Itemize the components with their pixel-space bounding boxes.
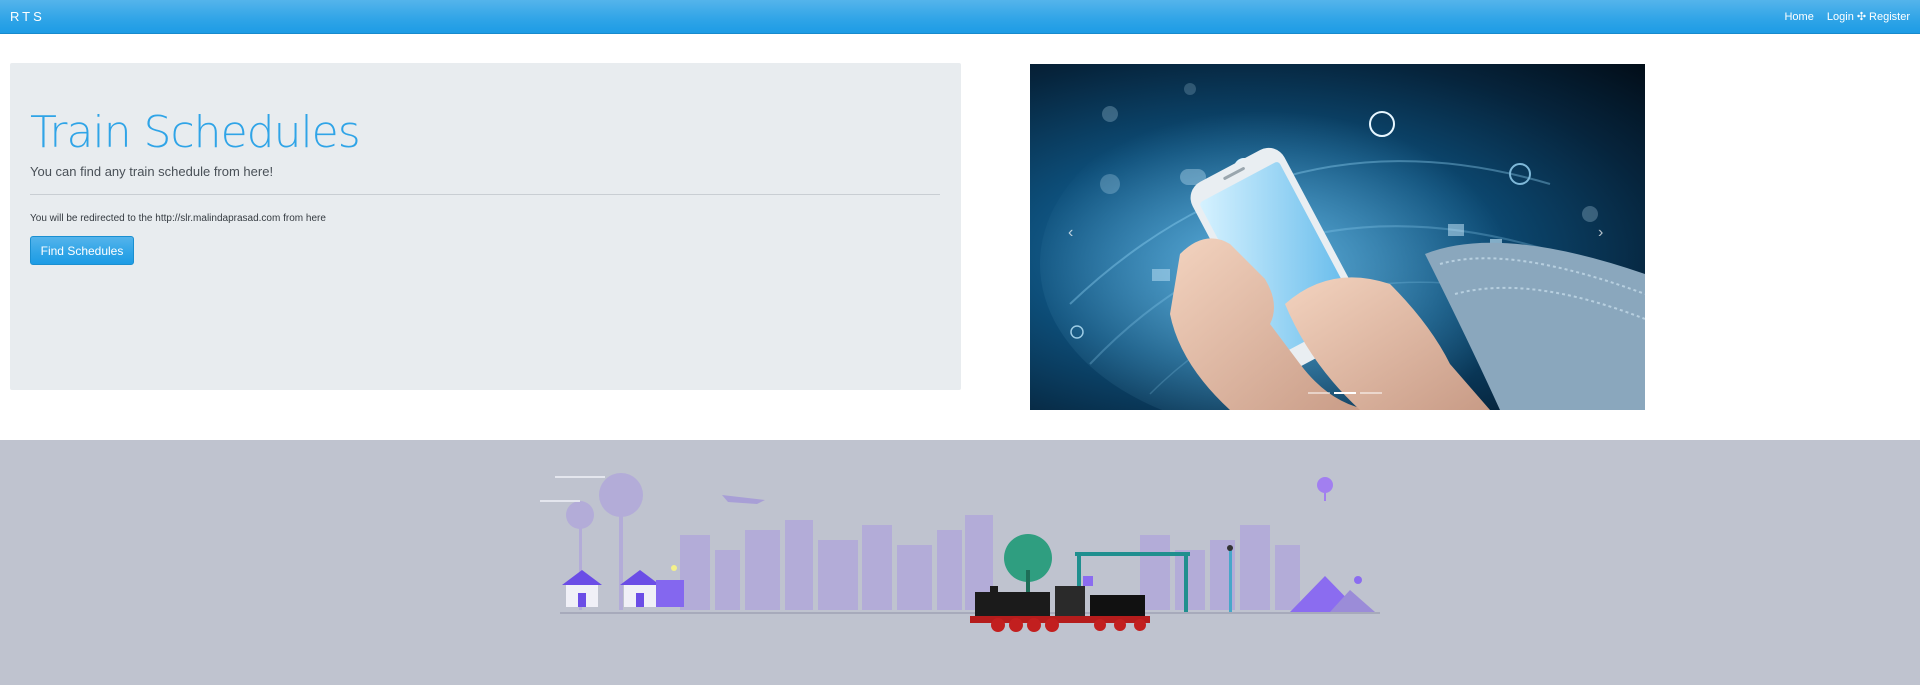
nav-links: Home Login ✣ Register [1774,10,1910,23]
page-title: Train Schedules [30,107,361,158]
lead-text: You can find any train schedule from her… [30,164,274,179]
phone-hand-image [1040,83,1645,410]
nav-register-link[interactable]: Register [1869,11,1910,23]
nav-separator-icon: ✣ [1856,11,1867,23]
nav-home-link[interactable]: Home [1784,11,1813,23]
top-navbar: RTS Home Login ✣ Register [0,0,1920,34]
carousel-next-icon[interactable]: › [1598,224,1603,242]
carousel-prev-icon[interactable]: ‹ [1068,224,1073,242]
jumbotron: Train Schedules You can find any train s… [10,63,961,390]
brand-logo[interactable]: RTS [10,9,45,24]
find-schedules-button[interactable]: Find Schedules [30,236,134,265]
image-carousel: ‹ › [1030,64,1645,410]
city-train-illustration [540,473,1380,632]
divider [30,194,940,195]
redirect-note: You will be redirected to the http://slr… [30,213,326,224]
footer-illustration [0,440,1920,685]
nav-login-link[interactable]: Login [1827,11,1854,23]
